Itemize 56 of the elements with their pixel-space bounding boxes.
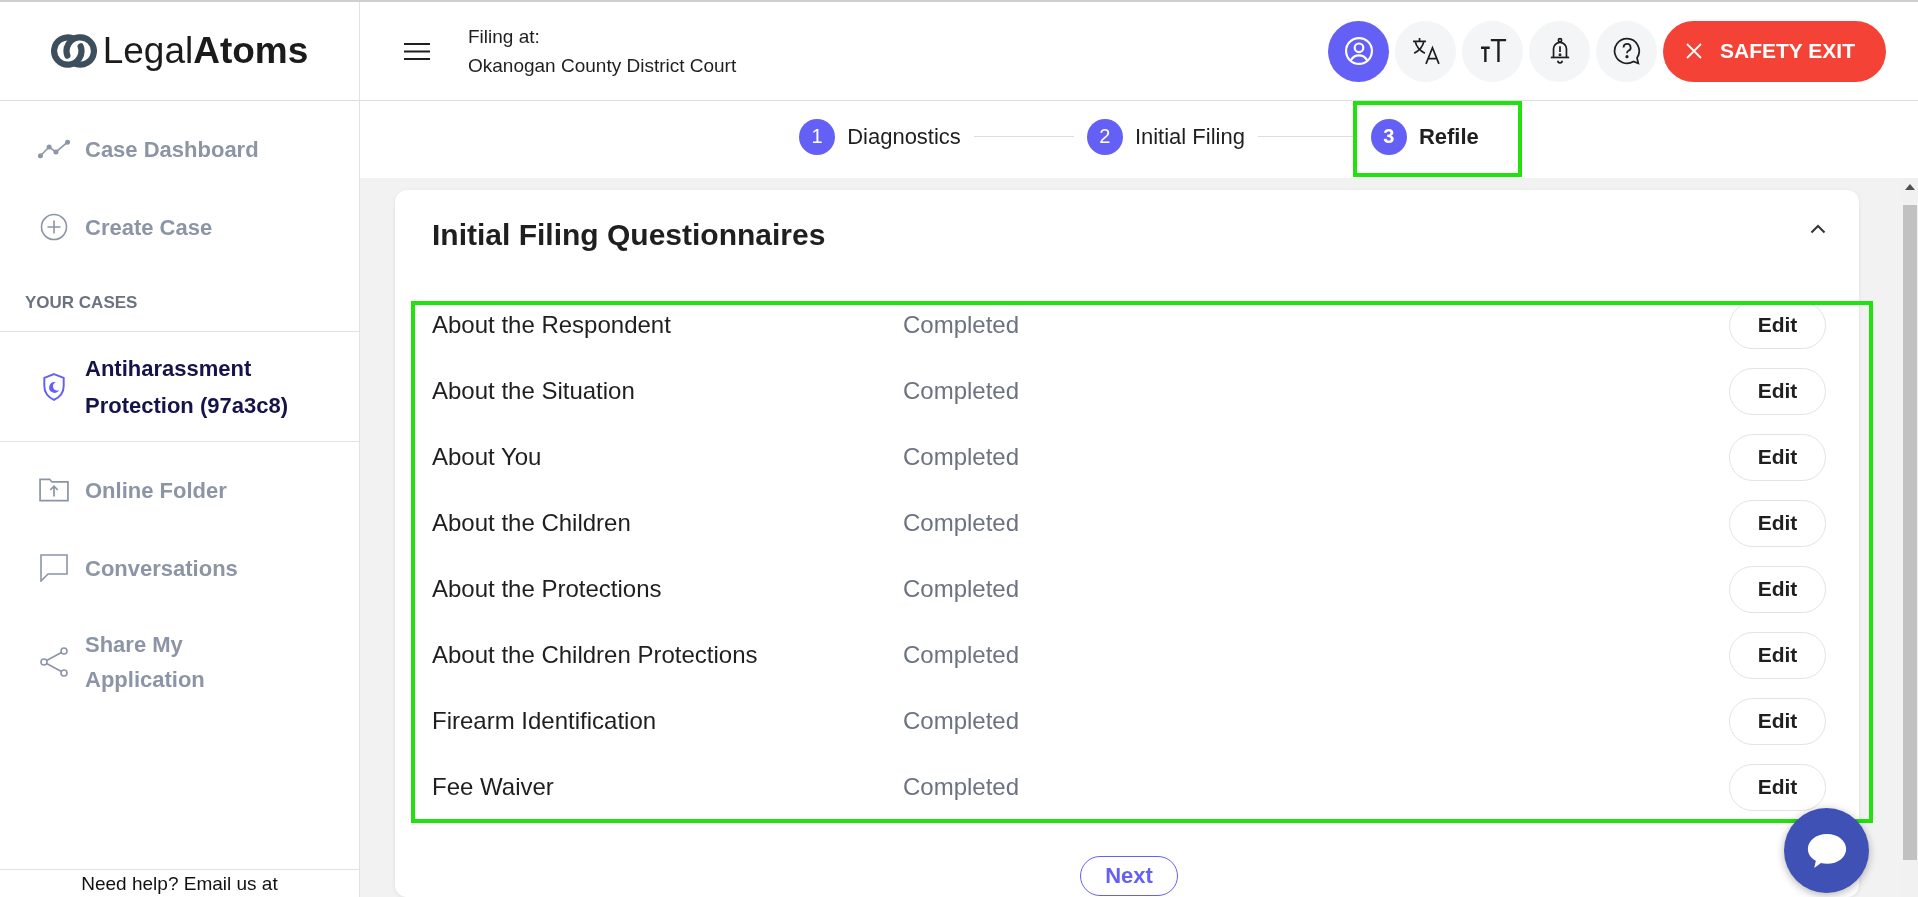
help-icon	[1612, 37, 1641, 65]
questionnaire-name: About the Children	[432, 509, 631, 537]
edit-button[interactable]: Edit	[1729, 433, 1826, 481]
logo-icon	[50, 34, 97, 68]
line-chart-icon	[38, 139, 70, 159]
menu-icon[interactable]	[404, 42, 430, 60]
status-text: Completed	[903, 773, 1020, 801]
step-number: 2	[1086, 118, 1123, 155]
status-text: Completed	[903, 707, 1020, 735]
questionnaire-name: About the Respondent	[432, 311, 671, 339]
status-text: Completed	[903, 311, 1020, 339]
help-text: Need help? Email us at	[81, 873, 278, 894]
text-size-icon	[1478, 39, 1507, 63]
edit-button[interactable]: Edit	[1729, 565, 1826, 613]
speech-bubble-icon	[40, 554, 68, 582]
speech-bubble-icon	[1806, 833, 1847, 868]
account-button[interactable]	[1328, 20, 1389, 82]
edit-button[interactable]: Edit	[1729, 499, 1826, 547]
filing-label: Filing at:	[468, 25, 540, 49]
status-text: Completed	[903, 641, 1020, 669]
share-icon	[40, 647, 68, 677]
questionnaire-name: About You	[432, 443, 542, 471]
step-number: 3	[1370, 118, 1407, 155]
questionnaire-name: Firearm Identification	[432, 707, 657, 735]
plus-circle-icon	[40, 213, 68, 241]
court-name: Okanogan County District Court	[468, 54, 737, 78]
step-label: Refile	[1418, 123, 1479, 150]
chevron-up-icon[interactable]	[1810, 224, 1826, 234]
status-text: Completed	[903, 377, 1020, 405]
step-label: Diagnostics	[847, 123, 961, 150]
questionnaire-name: About the Protections	[432, 575, 662, 603]
status-text: Completed	[903, 443, 1020, 471]
questionnaire-name: Fee Waiver	[432, 773, 554, 801]
status-text: Completed	[903, 509, 1020, 537]
step-number: 1	[799, 118, 836, 155]
edit-button[interactable]: Edit	[1729, 631, 1826, 679]
shield-icon	[42, 372, 66, 401]
status-text: Completed	[903, 575, 1020, 603]
account-icon	[1344, 37, 1373, 65]
close-icon	[1686, 43, 1702, 59]
edit-button[interactable]: Edit	[1729, 763, 1826, 811]
next-button[interactable]: Next	[1080, 856, 1178, 896]
case-link[interactable]: Antiharassment Protection (97a3c8)	[38, 349, 300, 424]
scroll-up-icon[interactable]	[1905, 184, 1915, 190]
section-heading: YOUR CASES	[25, 293, 138, 313]
questionnaire-name: About the Situation	[432, 377, 635, 405]
translate-icon	[1411, 37, 1440, 65]
scrollbar-thumb[interactable]	[1903, 205, 1917, 860]
folder-upload-icon	[39, 478, 69, 502]
edit-button[interactable]: Edit	[1729, 697, 1826, 745]
step-label: Initial Filing	[1134, 123, 1245, 150]
edit-button[interactable]: Edit	[1729, 367, 1826, 415]
safety-exit-button[interactable]: SAFETY EXIT	[1663, 20, 1886, 82]
card-title: Initial Filing Questionnaires	[432, 218, 826, 252]
logo-text: LegalAtoms	[102, 29, 309, 73]
questionnaire-name: About the Children Protections	[432, 641, 758, 669]
